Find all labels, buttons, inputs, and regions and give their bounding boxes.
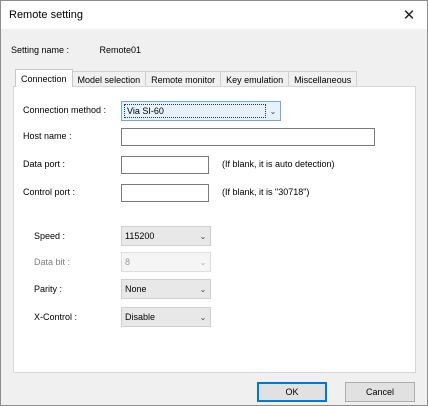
host-name-input[interactable]	[121, 128, 375, 146]
setting-name-value: Remote01	[99, 45, 142, 55]
speed-select[interactable]: 115200 ⌄	[121, 226, 211, 246]
close-icon[interactable]: ✕	[397, 5, 421, 25]
chevron-down-icon: ⌄	[269, 106, 277, 116]
tab-strip: Connection Model selection Remote monito…	[15, 69, 358, 87]
tab-connection[interactable]: Connection	[15, 69, 73, 87]
parity-select[interactable]: None ⌄	[121, 279, 211, 299]
data-port-input[interactable]	[121, 156, 209, 174]
control-port-input[interactable]	[121, 184, 209, 202]
speed-value: 115200	[125, 231, 155, 241]
control-port-hint: (If blank, it is "30718")	[222, 187, 310, 197]
control-port-label: Control port :	[23, 187, 76, 197]
data-bit-select: 8 ⌄	[121, 252, 211, 272]
parity-label: Parity :	[34, 284, 63, 294]
x-control-value: Disable	[125, 312, 156, 322]
connection-method-value: Via SI-60	[124, 104, 266, 118]
chevron-down-icon: ⌄	[199, 257, 207, 267]
setting-name-row: Setting name : Remote01	[11, 45, 141, 55]
tab-miscellaneous[interactable]: Miscellaneous	[288, 71, 358, 87]
chevron-down-icon: ⌄	[199, 284, 207, 294]
x-control-select[interactable]: Disable ⌄	[121, 307, 211, 327]
tab-remote-monitor[interactable]: Remote monitor	[145, 71, 222, 87]
chevron-down-icon: ⌄	[199, 231, 207, 241]
tab-key-emulation[interactable]: Key emulation	[220, 71, 290, 87]
window-title: Remote setting	[9, 9, 83, 21]
connection-method-label: Connection method :	[23, 105, 107, 115]
cancel-button[interactable]: Cancel	[345, 382, 415, 402]
parity-value: None	[125, 284, 147, 294]
host-name-label: Host name :	[23, 131, 72, 141]
data-port-label: Data port :	[23, 159, 66, 169]
ok-button[interactable]: OK	[257, 382, 327, 402]
data-port-hint: (If blank, it is auto detection)	[222, 159, 335, 169]
connection-panel: Connection method : Via SI-60 ⌄ Host nam…	[13, 86, 416, 373]
connection-method-select[interactable]: Via SI-60 ⌄	[121, 101, 281, 121]
data-bit-label: Data bit :	[34, 257, 71, 267]
remote-setting-dialog: Remote setting ✕ Setting name : Remote01…	[0, 0, 428, 406]
chevron-down-icon: ⌄	[199, 312, 207, 322]
x-control-label: X-Control :	[34, 312, 78, 322]
tab-model-selection[interactable]: Model selection	[71, 71, 147, 87]
data-bit-value: 8	[125, 257, 131, 267]
speed-label: Speed :	[34, 231, 66, 241]
setting-name-label: Setting name :	[11, 45, 70, 55]
title-bar: Remote setting ✕	[1, 1, 427, 29]
